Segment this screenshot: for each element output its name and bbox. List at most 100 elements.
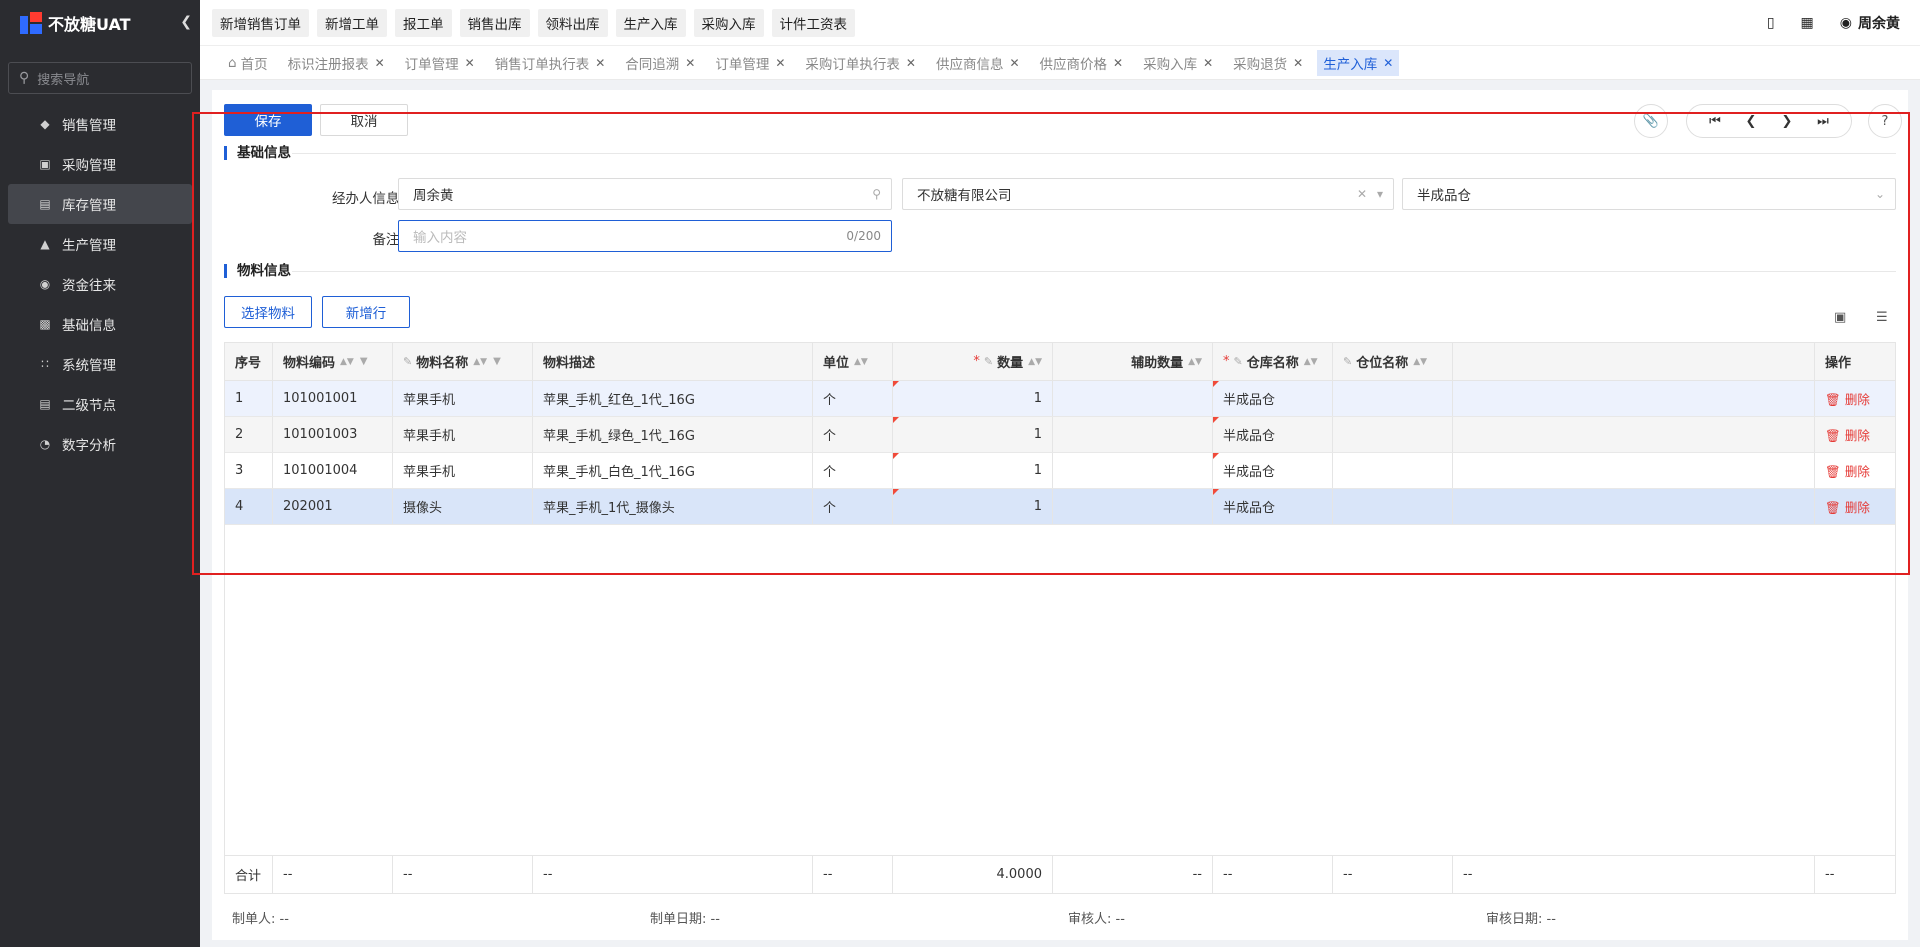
column-settings-icon[interactable]: ☰ xyxy=(1876,310,1888,325)
sidebar-item-purchase[interactable]: ▣ 采购管理 xyxy=(8,144,192,184)
cell-aux-qty[interactable] xyxy=(1053,489,1213,524)
quick-production-inbound-button[interactable]: 生产入库 xyxy=(615,8,686,37)
cell-warehouse[interactable]: 半成品仓 xyxy=(1213,417,1333,452)
close-icon[interactable]: ✕ xyxy=(775,56,785,70)
cell-name[interactable]: 苹果手机 xyxy=(393,417,533,452)
cell-warehouse[interactable]: 半成品仓 xyxy=(1213,453,1333,488)
quick-work-report-button[interactable]: 报工单 xyxy=(395,8,452,37)
sidebar-item-basic-info[interactable]: ▩ 基础信息 xyxy=(8,304,192,344)
cell-aux-qty[interactable] xyxy=(1053,453,1213,488)
cell-code[interactable]: 101001003 xyxy=(273,417,393,452)
cell-code[interactable]: 101001001 xyxy=(273,381,393,416)
close-icon[interactable]: ✕ xyxy=(906,56,916,70)
header-qty[interactable]: * ✎ 数量 ▲▼ xyxy=(893,343,1053,380)
close-icon[interactable]: ✕ xyxy=(685,56,695,70)
tab-purchase-return[interactable]: 采购退货 ✕ xyxy=(1227,50,1309,76)
tab-purchase-inbound[interactable]: 采购入库 ✕ xyxy=(1137,50,1219,76)
user-name[interactable]: 周余黄 xyxy=(1858,13,1900,33)
close-icon[interactable]: ✕ xyxy=(1009,56,1019,70)
cell-code[interactable]: 202001 xyxy=(273,489,393,524)
chevron-down-icon[interactable]: ⌄ xyxy=(1875,187,1885,201)
close-icon[interactable]: ✕ xyxy=(1383,56,1393,70)
app-logo[interactable]: 不放糖UAT ❮ xyxy=(0,0,200,46)
delete-row-button[interactable]: 🗑 删除 xyxy=(1825,497,1870,516)
cell-location[interactable] xyxy=(1333,381,1453,416)
quick-piecework-wage-button[interactable]: 计件工资表 xyxy=(771,8,855,37)
cell-aux-qty[interactable] xyxy=(1053,381,1213,416)
table-row[interactable]: 1 101001001 苹果手机 苹果_手机_红色_1代_16G 个 1 半成品… xyxy=(225,381,1895,417)
sidebar-item-production[interactable]: ▲ 生产管理 xyxy=(8,224,192,264)
delete-row-button[interactable]: 🗑 删除 xyxy=(1825,461,1870,480)
last-record-icon[interactable]: ⏭ xyxy=(1809,114,1837,129)
help-icon[interactable]: ? xyxy=(1868,104,1902,138)
quick-new-sales-order-button[interactable]: 新增销售订单 xyxy=(212,8,309,37)
cell-location[interactable] xyxy=(1333,417,1453,452)
quick-sales-outbound-button[interactable]: 销售出库 xyxy=(459,8,530,37)
header-location[interactable]: ✎ 仓位名称 ▲▼ xyxy=(1333,343,1453,380)
cancel-button[interactable]: 取消 xyxy=(320,104,408,136)
cell-aux-qty[interactable] xyxy=(1053,417,1213,452)
quick-new-work-order-button[interactable]: 新增工单 xyxy=(317,8,387,37)
header-name[interactable]: ✎ 物料名称 ▲▼ ▼ xyxy=(393,343,533,380)
cell-name[interactable]: 苹果手机 xyxy=(393,453,533,488)
sidebar-item-sales[interactable]: ◆ 销售管理 xyxy=(8,104,192,144)
nav-search-input[interactable]: ⚲ 搜索导航 xyxy=(8,62,192,94)
quick-purchase-inbound-button[interactable]: 采购入库 xyxy=(693,8,764,37)
first-record-icon[interactable]: ⏮ xyxy=(1701,114,1729,129)
cell-code[interactable]: 101001004 xyxy=(273,453,393,488)
close-icon[interactable]: ✕ xyxy=(465,56,475,70)
table-row[interactable]: 3 101001004 苹果手机 苹果_手机_白色_1代_16G 个 1 半成品… xyxy=(225,453,1895,489)
fullscreen-icon[interactable]: ▣ xyxy=(1834,310,1846,325)
close-icon[interactable]: ✕ xyxy=(1203,56,1213,70)
cell-qty[interactable]: 1 xyxy=(893,417,1053,452)
cell-qty[interactable]: 1 xyxy=(893,381,1053,416)
cell-warehouse[interactable]: 半成品仓 xyxy=(1213,489,1333,524)
close-icon[interactable]: ✕ xyxy=(1293,56,1303,70)
company-select[interactable]: 不放糖有限公司 ✕ ▾ xyxy=(902,178,1394,210)
sidebar-item-inventory[interactable]: ▤ 库存管理 xyxy=(8,184,192,224)
attachment-icon[interactable]: 📎 xyxy=(1634,104,1668,138)
remark-input[interactable]: 输入内容 0/200 xyxy=(398,220,892,252)
close-icon[interactable]: ✕ xyxy=(595,56,605,70)
header-aux-qty[interactable]: 辅助数量 ▲▼ xyxy=(1053,343,1213,380)
prev-record-icon[interactable]: ❮ xyxy=(1737,114,1765,129)
select-material-button[interactable]: 选择物料 xyxy=(224,296,312,328)
delete-row-button[interactable]: 🗑 删除 xyxy=(1825,389,1870,408)
tab-order-management-2[interactable]: 订单管理 ✕ xyxy=(709,50,791,76)
chart-icon[interactable]: ▦ xyxy=(1801,15,1814,31)
tab-supplier-info[interactable]: 供应商信息 ✕ xyxy=(930,50,1026,76)
cell-name[interactable]: 摄像头 xyxy=(393,489,533,524)
close-icon[interactable]: ✕ xyxy=(1113,56,1123,70)
cell-location[interactable] xyxy=(1333,489,1453,524)
quick-material-outbound-button[interactable]: 领料出库 xyxy=(537,8,608,37)
table-row[interactable]: 4 202001 摄像头 苹果_手机_1代_摄像头 个 1 半成品仓 🗑 删除 xyxy=(225,489,1895,525)
save-button[interactable]: 保存 xyxy=(224,104,312,136)
tab-home[interactable]: ⌂ 首页 xyxy=(222,50,274,76)
sidebar-item-funds[interactable]: ◉ 资金往来 xyxy=(8,264,192,304)
sidebar-item-analytics[interactable]: ◔ 数字分析 xyxy=(8,424,192,464)
table-row[interactable]: 2 101001003 苹果手机 苹果_手机_绿色_1代_16G 个 1 半成品… xyxy=(225,417,1895,453)
tab-id-registration-report[interactable]: 标识注册报表 ✕ xyxy=(282,50,391,76)
cell-qty[interactable]: 1 xyxy=(893,489,1053,524)
tab-order-management[interactable]: 订单管理 ✕ xyxy=(399,50,481,76)
header-code[interactable]: 物料编码 ▲▼ ▼ xyxy=(273,343,393,380)
header-unit[interactable]: 单位 ▲▼ xyxy=(813,343,893,380)
close-icon[interactable]: ✕ xyxy=(375,56,385,70)
collapse-sidebar-icon[interactable]: ❮ xyxy=(180,14,192,30)
tab-purchase-order-execution[interactable]: 采购订单执行表 ✕ xyxy=(799,50,922,76)
warehouse-select[interactable]: 半成品仓 ⌄ xyxy=(1402,178,1896,210)
mobile-icon[interactable]: ▯ xyxy=(1767,15,1775,31)
sidebar-item-system[interactable]: ∷ 系统管理 xyxy=(8,344,192,384)
cell-warehouse[interactable]: 半成品仓 xyxy=(1213,381,1333,416)
user-icon[interactable]: ◉ xyxy=(1840,15,1852,31)
delete-row-button[interactable]: 🗑 删除 xyxy=(1825,425,1870,444)
cell-qty[interactable]: 1 xyxy=(893,453,1053,488)
caret-down-icon[interactable]: ▾ xyxy=(1377,187,1383,201)
tab-contract-trace[interactable]: 合同追溯 ✕ xyxy=(619,50,701,76)
search-icon[interactable]: ⚲ xyxy=(872,187,881,201)
tab-supplier-price[interactable]: 供应商价格 ✕ xyxy=(1034,50,1130,76)
cell-name[interactable]: 苹果手机 xyxy=(393,381,533,416)
add-row-button[interactable]: 新增行 xyxy=(322,296,410,328)
tab-sales-order-execution[interactable]: 销售订单执行表 ✕ xyxy=(489,50,612,76)
sidebar-item-second-level[interactable]: ▤ 二级节点 xyxy=(8,384,192,424)
